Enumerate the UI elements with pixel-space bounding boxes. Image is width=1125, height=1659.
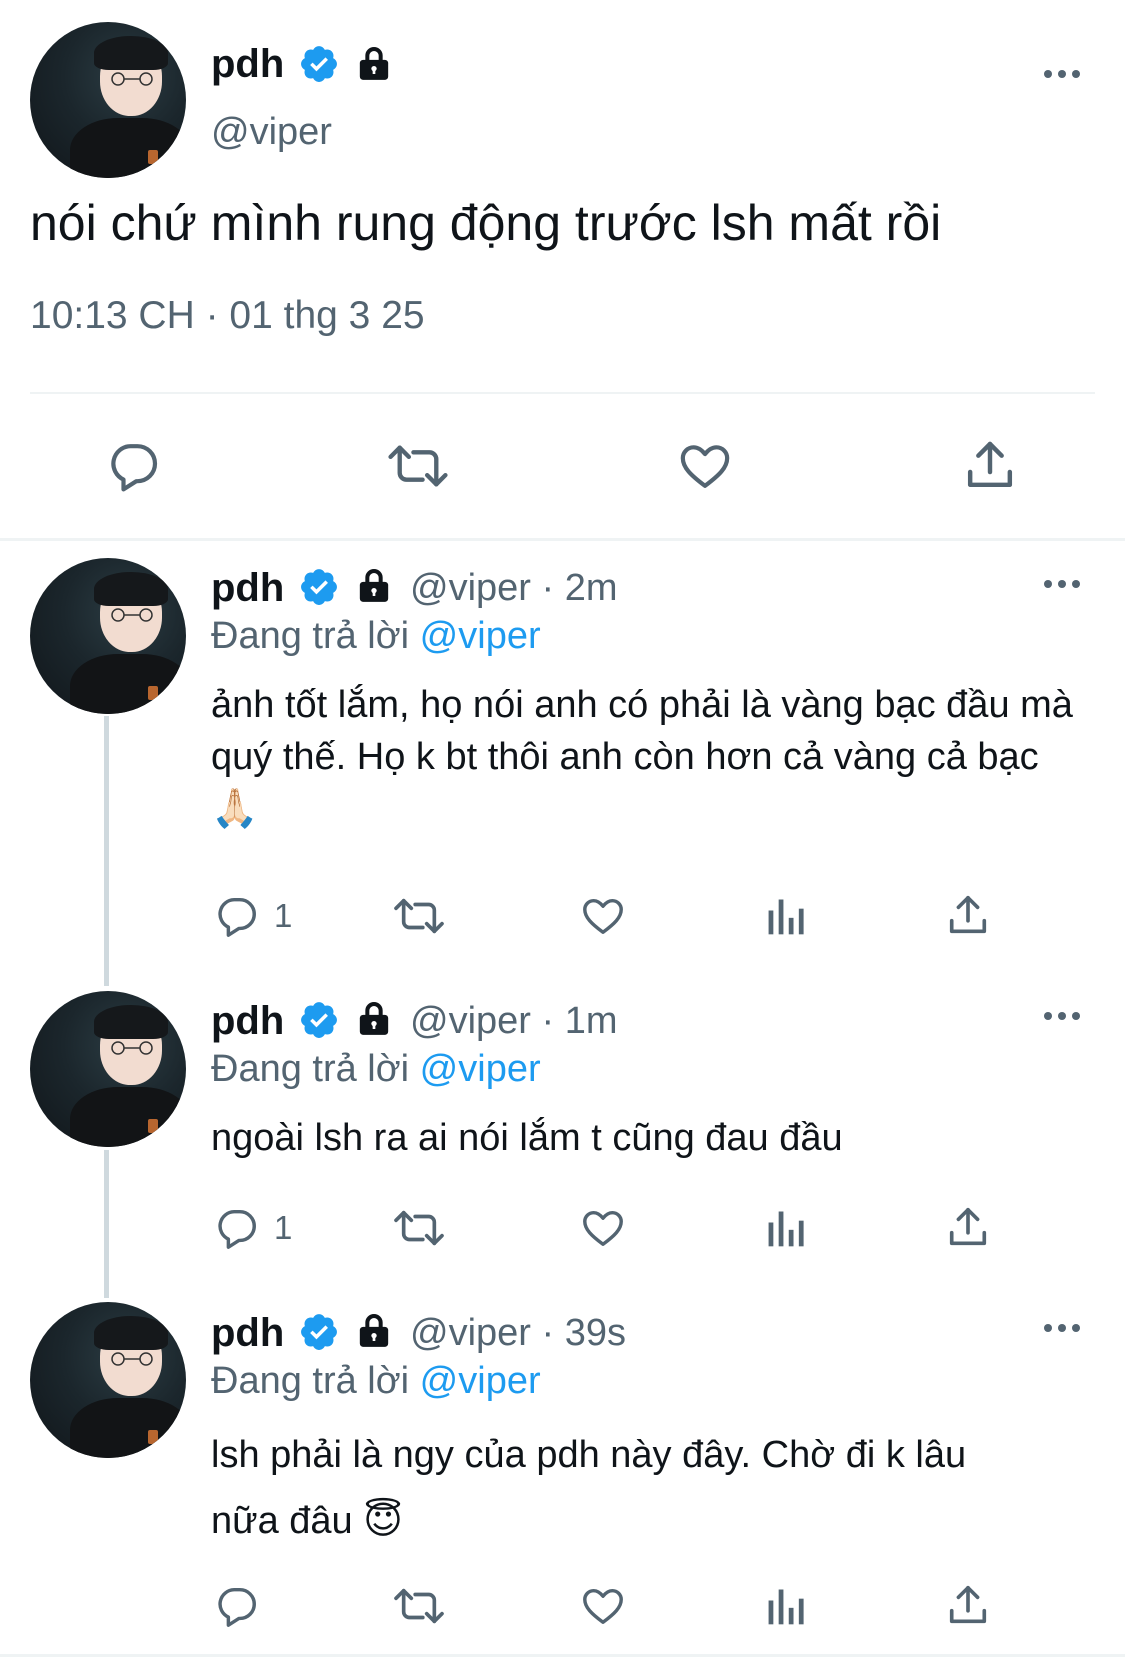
like-icon <box>583 1588 623 1625</box>
like-icon <box>583 1210 623 1247</box>
replying-to: Đang trả lời @viper <box>211 1046 541 1092</box>
more-icon[interactable] <box>1042 1322 1082 1334</box>
divider <box>30 392 1095 394</box>
retweet-icon <box>394 898 444 934</box>
reply-text: ngoài lsh ra ai nói lắm t cũng đau đầu <box>211 1117 843 1159</box>
verified-badge-icon <box>301 1002 337 1038</box>
retweet-icon <box>388 445 448 487</box>
main-reply-button[interactable] <box>106 438 162 494</box>
thread-line <box>104 716 109 986</box>
more-icon[interactable] <box>1042 1010 1082 1022</box>
main-retweet-button[interactable] <box>386 438 450 494</box>
reply-icon <box>111 444 158 492</box>
share-icon <box>949 1207 987 1246</box>
verified-badge-icon <box>301 569 337 605</box>
like-icon <box>583 898 623 935</box>
lock-icon <box>359 569 389 602</box>
main-timestamp[interactable]: 10:13 CH · 01 thg 3 25 <box>30 292 425 340</box>
main-like-button[interactable] <box>676 438 734 494</box>
reply-display-name[interactable]: pdh <box>211 564 284 612</box>
main-avatar[interactable] <box>30 22 186 178</box>
mention-link[interactable]: @viper <box>420 1360 541 1402</box>
verified-badge-icon <box>301 1314 337 1350</box>
reply-meta[interactable]: @viper · 1m <box>410 998 618 1044</box>
verified-badge-icon <box>301 46 337 82</box>
lock-icon <box>359 47 389 80</box>
views-button[interactable] <box>764 893 808 939</box>
mention-link[interactable]: @viper <box>420 615 541 657</box>
reply-icon <box>218 1209 256 1249</box>
replying-label: Đang trả lời <box>211 1048 410 1090</box>
analytics-icon <box>768 899 804 935</box>
share-button[interactable] <box>945 891 991 939</box>
lock-icon <box>359 1002 389 1035</box>
reply-icon <box>218 897 256 937</box>
views-button[interactable] <box>764 1583 808 1629</box>
retweet-button[interactable] <box>392 1583 446 1629</box>
replying-to: Đang trả lời @viper <box>211 613 541 659</box>
thread-line <box>104 1150 109 1298</box>
share-icon <box>949 1585 987 1624</box>
more-icon[interactable] <box>1042 578 1082 590</box>
reply-icon <box>218 1587 256 1627</box>
section-separator <box>0 538 1125 541</box>
like-icon <box>680 445 730 488</box>
replying-label: Đang trả lời <box>211 1360 410 1402</box>
reply-meta[interactable]: @viper · 2m <box>410 565 618 611</box>
share-button[interactable] <box>945 1581 991 1629</box>
share-icon <box>949 895 987 934</box>
bottom-separator <box>0 1654 1125 1657</box>
lock-icon <box>359 1314 389 1347</box>
reply-avatar[interactable] <box>30 558 186 714</box>
reply-button[interactable]: 1 <box>214 893 292 939</box>
main-tweet-text: nói chứ mình rung động trước lsh mất rồi <box>30 195 942 251</box>
reply-display-name[interactable]: pdh <box>211 997 284 1045</box>
reply-button[interactable]: 1 <box>214 1205 292 1251</box>
share-button[interactable] <box>945 1203 991 1251</box>
reply-text: lsh phải là ngy của pdh này đây. Chờ đi … <box>211 1434 967 1542</box>
main-handle[interactable]: @viper <box>211 110 332 154</box>
analytics-icon <box>768 1211 804 1247</box>
analytics-icon <box>768 1589 804 1625</box>
mention-link[interactable]: @viper <box>420 1048 541 1090</box>
views-button[interactable] <box>764 1205 808 1251</box>
reply-avatar[interactable] <box>30 1302 186 1458</box>
main-display-name[interactable]: pdh <box>211 40 284 88</box>
retweet-button[interactable] <box>392 893 446 939</box>
main-share-button[interactable] <box>962 436 1018 494</box>
reply-text: ảnh tốt lắm, họ nói anh có phải là vàng … <box>211 684 1073 830</box>
retweet-icon <box>394 1210 444 1246</box>
replying-to: Đang trả lời @viper <box>211 1358 541 1404</box>
like-button[interactable] <box>579 1583 627 1629</box>
reply-display-name[interactable]: pdh <box>211 1309 284 1357</box>
reply-count: 1 <box>274 1209 293 1246</box>
reply-meta[interactable]: @viper · 39s <box>410 1310 626 1356</box>
like-button[interactable] <box>579 1205 627 1251</box>
share-icon <box>967 441 1013 488</box>
retweet-icon <box>394 1588 444 1624</box>
more-icon[interactable] <box>1042 68 1082 80</box>
replying-label: Đang trả lời <box>211 615 410 657</box>
like-button[interactable] <box>579 893 627 939</box>
reply-count: 1 <box>274 897 293 934</box>
retweet-button[interactable] <box>392 1205 446 1251</box>
reply-avatar[interactable] <box>30 991 186 1147</box>
reply-button[interactable] <box>214 1583 274 1629</box>
